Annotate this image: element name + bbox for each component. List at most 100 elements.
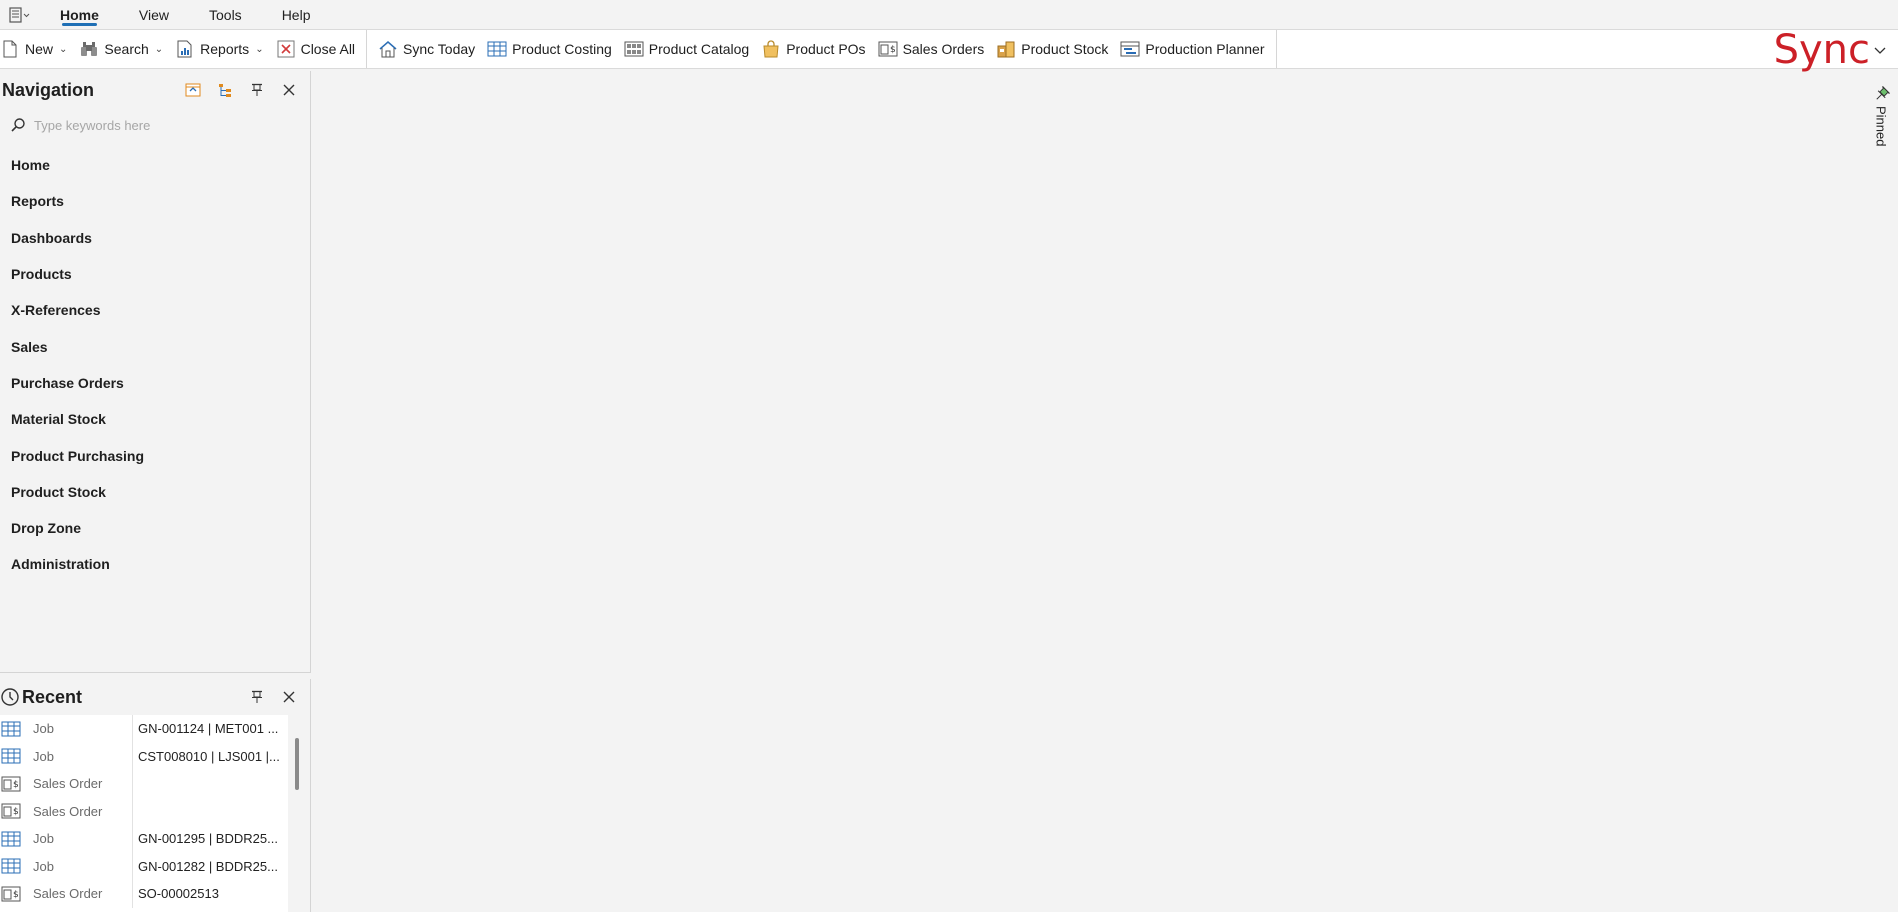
toolbar-divider (1275, 30, 1277, 68)
product-catalog-label: Product Catalog (648, 41, 750, 57)
close-icon (283, 84, 295, 96)
recent-title: Recent (22, 686, 83, 707)
pin-panel-button[interactable] (246, 686, 268, 708)
pinned-label: Pinned (1873, 106, 1889, 147)
navigation-search (0, 109, 310, 141)
product-catalog-button[interactable]: Product Catalog (618, 30, 755, 68)
close-icon (283, 691, 295, 703)
menu-tab-tools[interactable]: Tools (189, 0, 262, 30)
pin-icon (252, 690, 262, 703)
product-pos-label: Product POs (786, 41, 866, 57)
pin-icon (1876, 86, 1890, 100)
search-button[interactable]: Search ⌄ (73, 30, 169, 68)
home-icon (378, 39, 398, 59)
nav-item-material-stock[interactable]: Material Stock (0, 401, 310, 437)
nav-item-x-references[interactable]: X-References (0, 292, 310, 328)
svg-text:$: $ (890, 45, 896, 55)
navigation-list: Home Reports Dashboards Products X-Refer… (0, 147, 310, 583)
chevron-down-icon: ⌄ (255, 43, 264, 55)
menu-tab-help[interactable]: Help (262, 0, 331, 30)
nav-item-products[interactable]: Products (0, 256, 310, 292)
reports-button[interactable]: Reports ⌄ (169, 30, 269, 68)
close-all-button[interactable]: Close All (270, 30, 361, 68)
chevron-down-icon: ⌄ (59, 43, 68, 55)
toolbar: New ⌄ Search ⌄ Reports ⌄ Close All Sync … (0, 30, 1898, 69)
sales-order-icon: $ (0, 880, 26, 908)
history-icon (1, 688, 19, 706)
recent-row[interactable]: Job GN-001282 | BDDR25... (0, 852, 288, 881)
grid-icon (0, 825, 26, 853)
svg-text:$: $ (13, 890, 19, 900)
nav-item-product-stock[interactable]: Product Stock (0, 474, 310, 510)
production-planner-button[interactable]: Production Planner (1114, 30, 1270, 68)
sales-orders-button[interactable]: $ Sales Orders (872, 30, 991, 68)
stock-icon (996, 39, 1016, 59)
recent-description: GN-001124 | MET001 ... (138, 721, 279, 737)
product-pos-button[interactable]: Product POs (755, 30, 871, 68)
recent-type: Job (26, 852, 133, 880)
pin-panel-button[interactable] (246, 79, 268, 101)
app-menu-icon (9, 6, 30, 23)
recent-row[interactable]: Job GN-001295 | BDDR25... (0, 825, 288, 853)
recent-description: GN-001282 | BDDR25... (138, 858, 278, 874)
toolbar-divider (366, 30, 368, 68)
new-button[interactable]: New ⌄ (0, 30, 73, 68)
sales-order-icon: $ (0, 770, 26, 798)
close-panel-button[interactable] (278, 686, 300, 708)
pin-icon (252, 83, 262, 96)
close-panel-button[interactable] (278, 79, 300, 101)
svg-text:$: $ (13, 807, 19, 817)
new-document-icon (0, 39, 20, 59)
recent-description: SO-00002513 (138, 886, 219, 902)
product-costing-button[interactable]: Product Costing (481, 30, 618, 68)
binoculars-icon (79, 39, 99, 59)
tree-icon (219, 84, 231, 97)
navigation-header: Navigation (0, 71, 310, 109)
collapse-all-button[interactable] (182, 79, 204, 101)
close-all-icon (276, 39, 296, 59)
menu-tab-view[interactable]: View (119, 0, 189, 30)
navigation-title: Navigation (2, 79, 95, 100)
recent-scrollbar[interactable] (295, 738, 299, 790)
recent-row[interactable]: $ Sales Order (0, 797, 288, 826)
sales-order-icon: $ (0, 798, 26, 826)
nav-item-sales[interactable]: Sales (0, 328, 310, 364)
recent-type: Job (26, 825, 133, 853)
nav-item-drop-zone[interactable]: Drop Zone (0, 510, 310, 546)
grid-icon (0, 715, 26, 743)
shopping-bag-icon (761, 39, 781, 59)
grid-icon (487, 39, 507, 59)
recent-list: Job GN-001124 | MET001 ... Job CST008010… (0, 715, 288, 912)
nav-item-home[interactable]: Home (0, 147, 310, 183)
nav-item-dashboards[interactable]: Dashboards (0, 220, 310, 256)
report-icon (175, 39, 195, 59)
search-label: Search (104, 41, 149, 57)
recent-row[interactable]: $ Sales Order (0, 770, 288, 798)
tree-view-button[interactable] (214, 79, 236, 101)
recent-row[interactable]: $ Sales Order SO-00002513 (0, 880, 288, 908)
navigation-panel: Navigation Home Reports Dashboards Produ… (0, 71, 311, 673)
pinned-side-tab[interactable]: Pinned (1870, 86, 1892, 146)
recent-row[interactable]: Job GN-001124 | MET001 ... (0, 715, 288, 743)
product-costing-label: Product Costing (512, 41, 612, 57)
nav-item-purchase-orders[interactable]: Purchase Orders (0, 365, 310, 401)
menu-tab-home[interactable]: Home (40, 0, 119, 30)
brand-logo[interactable]: Sync (1773, 26, 1886, 73)
logo-text: Sync (1773, 26, 1870, 73)
product-stock-button[interactable]: Product Stock (990, 30, 1114, 68)
sales-order-icon: $ (878, 39, 898, 59)
grid-icon (0, 853, 26, 881)
nav-item-administration[interactable]: Administration (0, 546, 310, 582)
recent-type: Job (26, 742, 133, 770)
nav-item-product-purchasing[interactable]: Product Purchasing (0, 437, 310, 473)
search-input[interactable] (34, 117, 294, 133)
product-stock-label: Product Stock (1021, 41, 1109, 57)
sync-today-button[interactable]: Sync Today (372, 30, 481, 68)
nav-item-reports[interactable]: Reports (0, 183, 310, 219)
recent-type: Sales Order (26, 880, 133, 908)
recent-type: Sales Order (26, 770, 133, 798)
production-planner-label: Production Planner (1145, 41, 1265, 57)
app-menu-button[interactable] (0, 0, 40, 30)
recent-row[interactable]: Job CST008010 | LJS001 |... (0, 742, 288, 770)
reports-label: Reports (200, 41, 250, 57)
